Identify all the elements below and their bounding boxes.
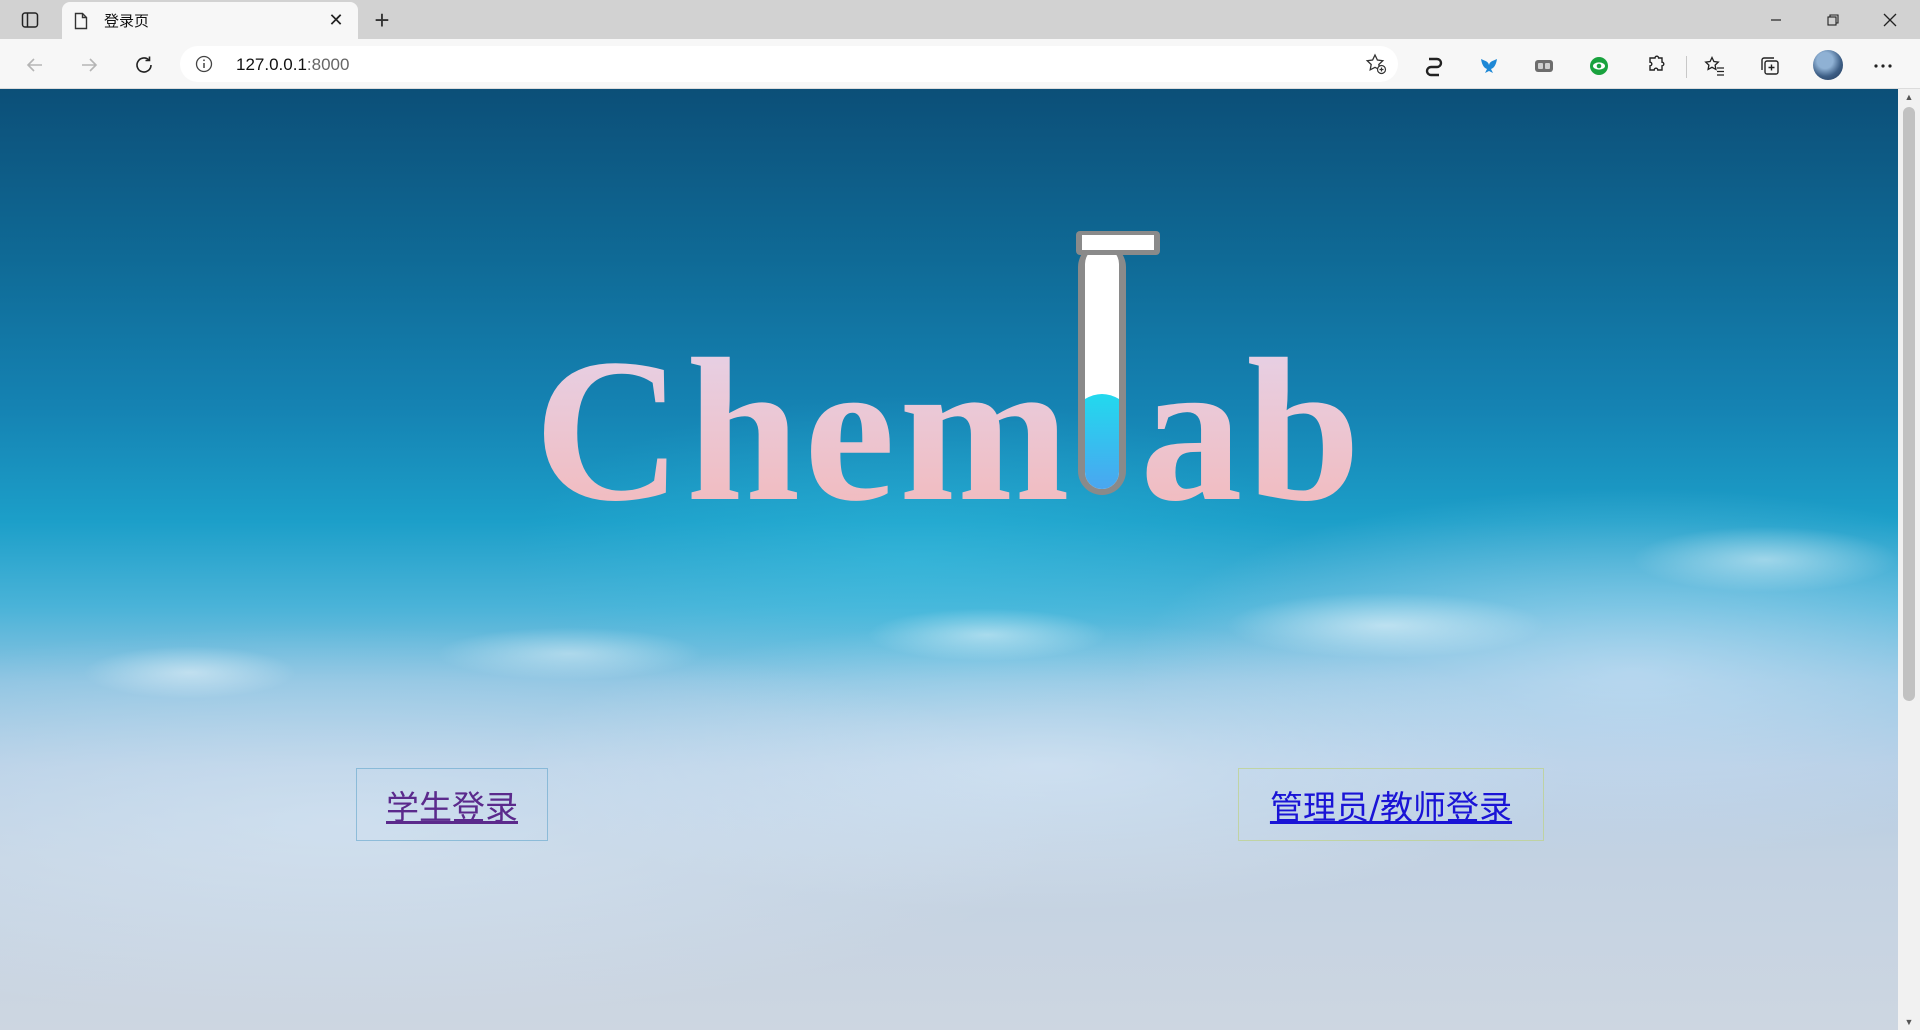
url-port: :8000 xyxy=(306,55,350,74)
extension-eye-icon[interactable] xyxy=(1584,51,1614,81)
tab-title: 登录页 xyxy=(104,13,150,30)
minimize-icon[interactable] xyxy=(1748,0,1804,39)
close-window-icon[interactable] xyxy=(1862,0,1918,39)
scroll-down-icon[interactable]: ▼ xyxy=(1898,1014,1920,1030)
admin-teacher-login-link[interactable]: 管理员/教师登录 xyxy=(1238,768,1544,841)
profile-avatar[interactable] xyxy=(1813,50,1843,80)
url-text: 127.0.0.1:8000 xyxy=(236,55,349,75)
vertical-scrollbar[interactable]: ▲ ▼ xyxy=(1898,89,1920,1030)
student-login-link[interactable]: 学生登录 xyxy=(356,768,548,841)
extension-copilot-icon[interactable] xyxy=(1419,51,1449,81)
add-favorite-icon[interactable] xyxy=(1364,52,1388,76)
extension-bird-icon[interactable] xyxy=(1474,51,1504,81)
close-tab-icon[interactable]: ✕ xyxy=(326,10,346,31)
toolbar-separator xyxy=(1686,56,1687,78)
new-tab-button[interactable]: + xyxy=(368,5,396,35)
refresh-icon[interactable] xyxy=(127,48,161,82)
address-bar[interactable]: 127.0.0.1:8000 xyxy=(180,46,1398,82)
page-viewport: Chem ab xyxy=(0,89,1898,1030)
extensions-puzzle-icon[interactable] xyxy=(1640,51,1670,81)
logo-text-chem: Chem xyxy=(534,317,1074,519)
favorites-icon[interactable] xyxy=(1700,51,1730,81)
url-host: 127.0.0.1 xyxy=(236,55,307,74)
scrollbar-thumb[interactable] xyxy=(1903,107,1915,701)
active-tab[interactable]: 登录页 ✕ xyxy=(62,2,358,39)
restore-icon[interactable] xyxy=(1805,0,1861,39)
info-icon[interactable] xyxy=(194,54,214,74)
forward-icon[interactable] xyxy=(72,48,106,82)
logo-text-ab: ab xyxy=(1140,317,1364,519)
browser-toolbar: 127.0.0.1:8000 xyxy=(0,39,1920,89)
back-icon[interactable] xyxy=(18,48,52,82)
collections-icon[interactable] xyxy=(1755,51,1785,81)
tab-actions-icon[interactable] xyxy=(12,6,48,34)
extension-gamepad-icon[interactable] xyxy=(1529,51,1559,81)
tab-strip: 登录页 ✕ + xyxy=(0,0,1920,39)
chemlab-logo: Chem ab xyxy=(534,199,1364,519)
settings-menu-icon[interactable] xyxy=(1868,51,1898,81)
page-icon xyxy=(74,12,92,30)
scroll-up-icon[interactable]: ▲ xyxy=(1898,89,1920,105)
